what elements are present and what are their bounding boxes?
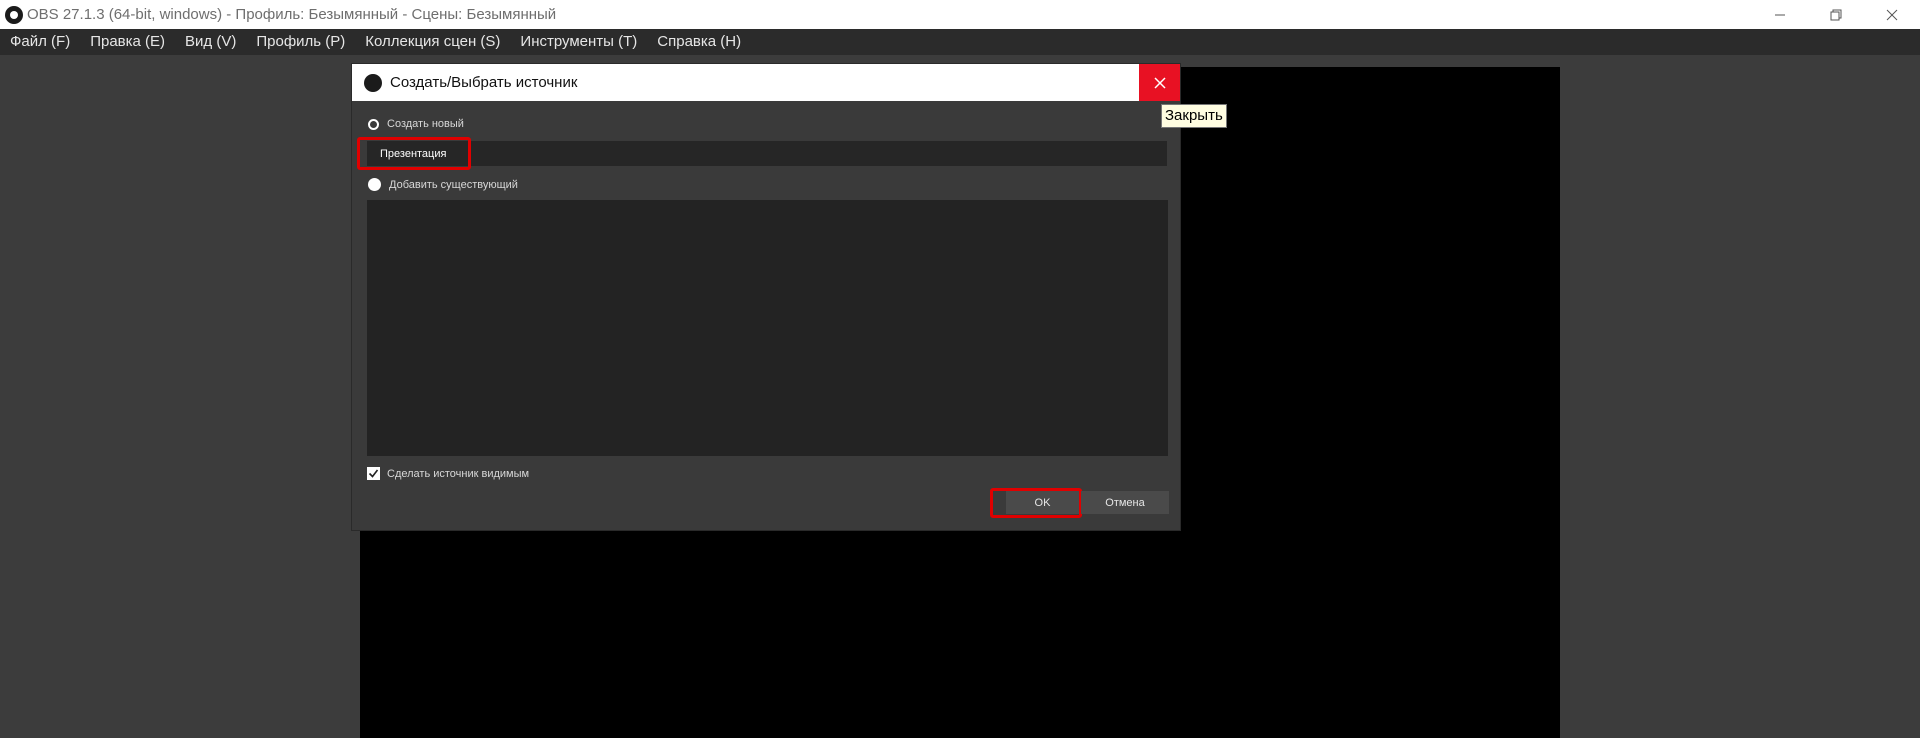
menu-scene-collection[interactable]: Коллекция сцен (S) xyxy=(355,29,510,55)
existing-sources-list[interactable] xyxy=(367,200,1168,456)
window-title: OBS 27.1.3 (64-bit, windows) - Профиль: … xyxy=(27,6,557,23)
highlight-name-input xyxy=(357,137,471,170)
dialog-close-button[interactable] xyxy=(1139,64,1180,101)
add-existing-label: Добавить существующий xyxy=(389,178,518,191)
menu-bar: Файл (F) Правка (E) Вид (V) Профиль (P) … xyxy=(0,29,1920,55)
obs-logo-icon xyxy=(364,73,382,92)
make-visible-row[interactable]: Сделать источник видимым xyxy=(367,467,529,480)
checkmark-icon xyxy=(368,469,379,478)
window-close-button[interactable] xyxy=(1864,0,1920,29)
close-icon xyxy=(1886,9,1898,20)
source-name-input[interactable] xyxy=(367,141,1167,166)
create-new-label: Создать новый xyxy=(387,118,464,130)
close-icon xyxy=(1153,76,1166,89)
close-tooltip: Закрыть xyxy=(1161,104,1227,128)
obs-logo-icon xyxy=(5,5,23,24)
restore-icon xyxy=(1830,9,1842,20)
menu-view[interactable]: Вид (V) xyxy=(175,29,246,55)
highlight-ok-button xyxy=(990,488,1082,518)
create-new-radio[interactable] xyxy=(368,118,379,130)
menu-edit[interactable]: Правка (E) xyxy=(80,29,175,55)
cancel-button[interactable]: Отмена xyxy=(1081,491,1169,514)
create-new-radio-row[interactable]: Создать новый xyxy=(368,118,464,130)
add-existing-radio-row[interactable]: Добавить существующий xyxy=(368,178,518,191)
make-visible-label: Сделать источник видимым xyxy=(387,467,530,480)
minimize-icon xyxy=(1775,14,1785,15)
menu-profile[interactable]: Профиль (P) xyxy=(246,29,355,55)
make-visible-checkbox[interactable] xyxy=(367,467,380,480)
window-titlebar: OBS 27.1.3 (64-bit, windows) - Профиль: … xyxy=(0,0,1920,29)
add-existing-radio[interactable] xyxy=(368,178,381,191)
window-controls xyxy=(1752,0,1920,29)
menu-tools[interactable]: Инструменты (T) xyxy=(510,29,647,55)
menu-file[interactable]: Файл (F) xyxy=(0,29,80,55)
dialog-title: Создать/Выбрать источник xyxy=(390,74,578,91)
menu-help[interactable]: Справка (H) xyxy=(647,29,751,55)
minimize-button[interactable] xyxy=(1752,0,1808,29)
create-select-source-dialog: Создать/Выбрать источник Создать новый Д… xyxy=(352,64,1180,530)
dialog-titlebar: Создать/Выбрать источник xyxy=(352,64,1180,101)
restore-button[interactable] xyxy=(1808,0,1864,29)
